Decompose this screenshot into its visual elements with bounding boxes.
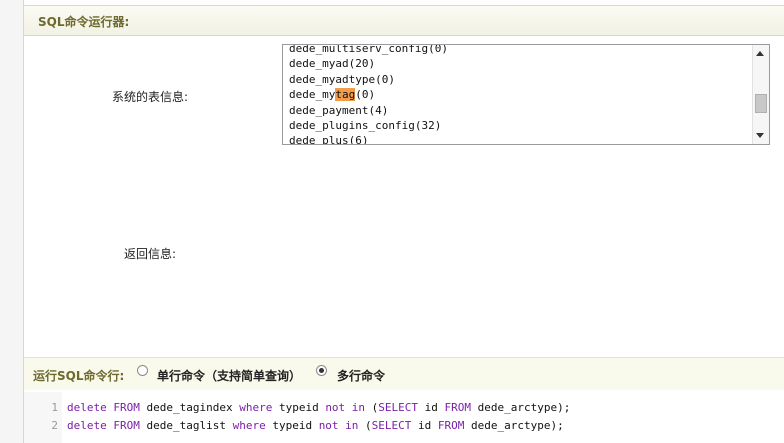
line-number: 1 <box>51 401 58 414</box>
code-line: 1 delete FROM dede_tagindex where typeid … <box>24 401 784 419</box>
code-text: delete FROM dede_tagindex where typeid n… <box>67 401 571 414</box>
table-list: dede_multiserv_config(0) dede_myad(20) ded… <box>289 45 751 144</box>
panel-header: SQL命令运行器: <box>24 5 784 36</box>
tables-info-label: 系统的表信息: <box>112 90 189 104</box>
table-listbox[interactable]: dede_multiserv_config(0) dede_myad(20) ded… <box>282 44 770 145</box>
table-list-item[interactable]: dede_plugins_config(32) <box>289 118 751 133</box>
scroll-up-icon[interactable] <box>756 51 764 56</box>
table-list-item[interactable]: dede_mytag(0) <box>289 87 751 102</box>
multi-line-label[interactable]: 多行命令 <box>337 367 385 384</box>
single-line-radio[interactable] <box>137 365 148 376</box>
code-text: delete FROM dede_taglist where typeid no… <box>67 419 564 432</box>
table-list-item[interactable]: dede_multiserv_config(0) <box>289 45 751 56</box>
multi-line-radio[interactable] <box>316 365 327 376</box>
command-mode-bar: 运行SQL命令行: 单行命令（支持简单查询） 多行命令 <box>24 357 784 390</box>
listbox-scrollbar[interactable] <box>752 45 769 144</box>
scroll-thumb[interactable] <box>755 94 767 113</box>
line-number: 2 <box>51 419 58 432</box>
left-border <box>0 0 24 443</box>
return-info-label: 返回信息: <box>124 247 177 261</box>
sql-editor[interactable]: 1 delete FROM dede_tagindex where typeid … <box>24 392 784 443</box>
code-line: 2 delete FROM dede_taglist where typeid n… <box>24 419 784 437</box>
table-list-item[interactable]: dede_myadtype(0) <box>289 72 751 87</box>
table-list-item[interactable]: dede_payment(4) <box>289 103 751 118</box>
command-mode-label: 运行SQL命令行: <box>33 369 125 383</box>
table-list-item[interactable]: dede_myad(20) <box>289 56 751 71</box>
scroll-down-icon[interactable] <box>756 133 764 138</box>
single-line-label[interactable]: 单行命令（支持简单查询） <box>157 367 301 384</box>
panel-title: SQL命令运行器: <box>38 15 130 29</box>
table-list-item[interactable]: dede_plus(6) <box>289 133 751 144</box>
